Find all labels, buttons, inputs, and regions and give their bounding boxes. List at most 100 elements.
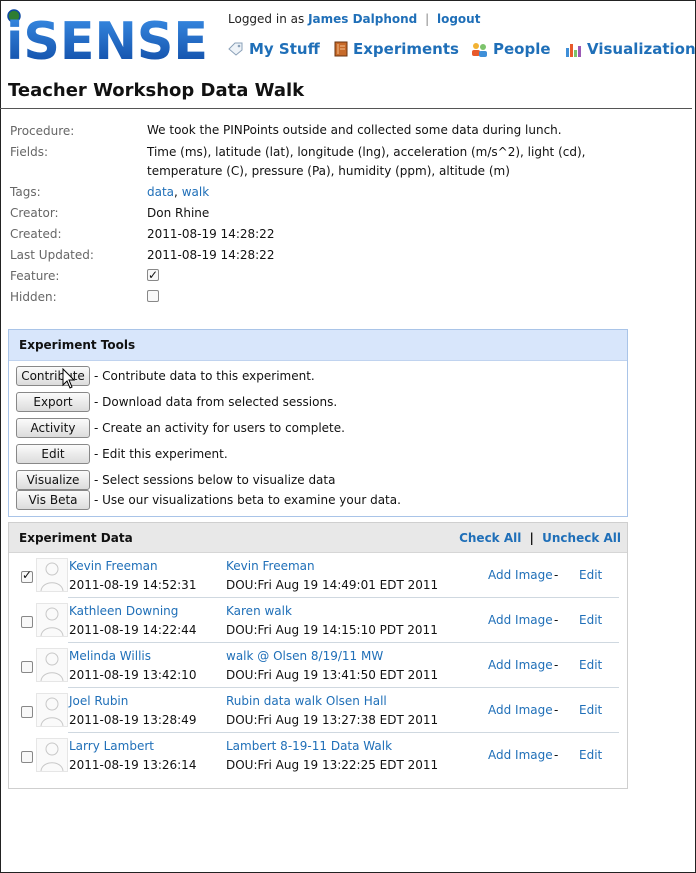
session-checkbox[interactable] (21, 568, 33, 583)
logged-in-label: Logged in as (228, 12, 305, 26)
add-image-link[interactable]: Add Image (488, 613, 553, 627)
session-dou: DOU:Fri Aug 19 13:27:38 EDT 2011 (226, 713, 439, 727)
isense-logo[interactable]: iSENSE (6, 8, 210, 62)
nav-experiments[interactable]: Experiments (334, 40, 459, 58)
session-checkbox[interactable] (21, 616, 33, 628)
contribution-date: 2011-08-19 14:52:31 (69, 578, 197, 592)
tool-description: - Edit this experiment. (94, 447, 228, 461)
visualize-button[interactable]: Visualize (16, 470, 90, 490)
nav-visualizations[interactable]: Visualizations (565, 40, 696, 58)
session-link[interactable]: Lambert 8-19-11 Data Walk (226, 739, 392, 753)
contribute-button[interactable]: Contribute (16, 366, 90, 386)
session-link[interactable]: Rubin data walk Olsen Hall (226, 694, 387, 708)
avatar (36, 603, 68, 637)
nav-label: Experiments (353, 40, 459, 58)
add-image-link[interactable]: Add Image (488, 748, 553, 762)
edit-session-link[interactable]: Edit (579, 658, 602, 672)
fields-label: Fields: (10, 145, 48, 159)
session-link[interactable]: Kevin Freeman (226, 559, 315, 573)
table-row: Kathleen Downing 2011-08-19 14:22:44 Karen… (9, 598, 627, 643)
contribution-date: 2011-08-19 14:22:44 (69, 623, 197, 637)
edit-experiment-button[interactable]: Edit (16, 444, 90, 464)
session-dou: DOU:Fri Aug 19 14:49:01 EDT 2011 (226, 578, 439, 592)
procedure-label: Procedure: (10, 124, 75, 138)
edit-session-link[interactable]: Edit (579, 613, 602, 627)
session-dou: DOU:Fri Aug 19 13:22:25 EDT 2011 (226, 758, 439, 772)
session-link[interactable]: walk @ Olsen 8/19/11 MW (226, 649, 383, 663)
avatar (36, 648, 68, 682)
tag-link-walk[interactable]: walk (182, 185, 209, 199)
title-divider (0, 108, 692, 109)
add-image-link[interactable]: Add Image (488, 658, 553, 672)
notebook-icon (334, 41, 348, 57)
add-image-link[interactable]: Add Image (488, 568, 553, 582)
feature-label: Feature: (10, 269, 60, 283)
contribution-date: 2011-08-19 13:42:10 (69, 668, 197, 682)
edit-session-link[interactable]: Edit (579, 748, 602, 762)
edit-session-link[interactable]: Edit (579, 703, 602, 717)
separator: | (425, 12, 430, 26)
session-dou: DOU:Fri Aug 19 14:15:10 PDT 2011 (226, 623, 438, 637)
tool-row-contribute: Contribute - Contribute data to this exp… (16, 366, 315, 386)
tool-row-edit: Edit - Edit this experiment. (16, 444, 228, 464)
add-image-link[interactable]: Add Image (488, 703, 553, 717)
tag-separator: , (174, 185, 178, 199)
people-icon (472, 42, 487, 57)
tool-row-visualize: Visualize - Select sessions below to vis… (16, 470, 335, 490)
uncheck-all-link[interactable]: Uncheck All (542, 531, 621, 545)
logout-link[interactable]: logout (437, 12, 480, 26)
tool-description: - Use our visualizations beta to examine… (94, 493, 401, 507)
tags-value: data, walk (147, 183, 209, 202)
separator: - (554, 613, 559, 627)
export-button[interactable]: Export (16, 392, 90, 412)
tag-link-data[interactable]: data (147, 185, 174, 199)
tool-description: - Select sessions below to visualize dat… (94, 473, 336, 487)
feature-checkbox[interactable] (147, 266, 159, 285)
contributor-link[interactable]: Kathleen Downing (69, 604, 178, 618)
hidden-checkbox[interactable] (147, 290, 159, 302)
last-updated-value: 2011-08-19 14:28:22 (147, 248, 275, 262)
creator-label: Creator: (10, 206, 59, 220)
mouse-cursor-icon (62, 368, 76, 389)
feature-value (147, 266, 159, 287)
contribution-date: 2011-08-19 13:28:49 (69, 713, 197, 727)
table-row: Kevin Freeman 2011-08-19 14:52:31 Kevin Fr… (9, 553, 627, 598)
contributor-link[interactable]: Kevin Freeman (69, 559, 158, 573)
vis-beta-button[interactable]: Vis Beta (16, 490, 90, 510)
contributor-link[interactable]: Melinda Willis (69, 649, 151, 663)
experiment-data-header: Experiment Data Check All | Uncheck All (9, 523, 627, 553)
tool-description: - Download data from selected sessions. (94, 395, 338, 409)
tool-row-activity: Activity - Create an activity for users … (16, 418, 345, 438)
avatar (36, 738, 68, 772)
contributor-link[interactable]: Joel Rubin (69, 694, 128, 708)
bar-chart-icon (566, 43, 581, 57)
tool-description: - Contribute data to this experiment. (94, 369, 315, 383)
contribution-date: 2011-08-19 13:26:14 (69, 758, 197, 772)
contributor-link[interactable]: Larry Lambert (69, 739, 154, 753)
last-updated-label: Last Updated: (10, 248, 94, 262)
avatar (36, 693, 68, 727)
session-link[interactable]: Karen walk (226, 604, 292, 618)
nav-label: Visualizations (587, 40, 696, 58)
activity-button[interactable]: Activity (16, 418, 90, 438)
nav-people[interactable]: People (471, 40, 551, 58)
avatar (36, 558, 68, 592)
fields-value: Time (ms), latitude (lat), longitude (ln… (147, 145, 586, 178)
session-dou: DOU:Fri Aug 19 13:41:50 EDT 2011 (226, 668, 439, 682)
separator: - (554, 658, 559, 672)
session-checkbox[interactable] (21, 661, 33, 673)
check-all-link[interactable]: Check All (459, 531, 521, 545)
separator: - (554, 703, 559, 717)
experiment-tools-title: Experiment Tools (9, 330, 627, 361)
experiment-data-panel: Experiment Data Check All | Uncheck All … (8, 522, 628, 789)
table-row: Joel Rubin 2011-08-19 13:28:49 Rubin data … (9, 688, 627, 733)
edit-session-link[interactable]: Edit (579, 568, 602, 582)
tool-description: - Create an activity for users to comple… (94, 421, 345, 435)
session-checkbox[interactable] (21, 751, 33, 763)
session-checkbox[interactable] (21, 706, 33, 718)
creator-link[interactable]: Don Rhine (147, 204, 209, 223)
procedure-value: We took the PINPoints outside and collec… (147, 123, 562, 137)
check-controls: Check All | Uncheck All (459, 531, 621, 545)
user-name-link[interactable]: James Dalphond (308, 12, 417, 26)
nav-my-stuff[interactable]: My Stuff (228, 40, 320, 58)
